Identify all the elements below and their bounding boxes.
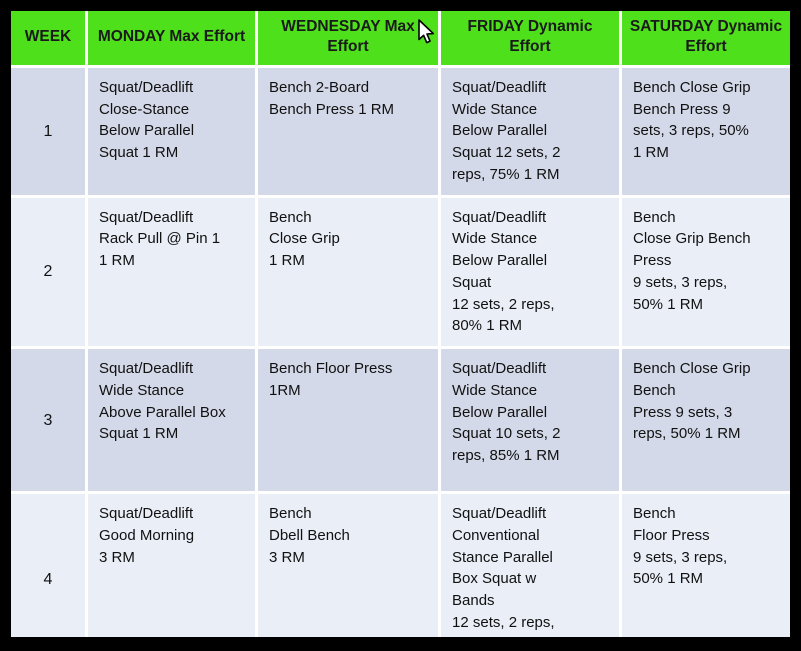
cell-week-2: 2: [11, 197, 88, 350]
cell-week2-monday: Squat/Deadlift Rack Pull @ Pin 1 1 RM: [88, 197, 258, 350]
cell-week4-friday: Squat/Deadlift Conventional Stance Paral…: [441, 494, 622, 637]
column-header-monday: MONDAY Max Effort: [88, 11, 258, 68]
table-row: 3 Squat/Deadlift Wide Stance Above Paral…: [11, 349, 790, 495]
screenshot-root: WEEK MONDAY Max Effort WEDNESDAY Max Eff…: [0, 0, 801, 651]
cell-week3-saturday: Bench Close Grip Bench Press 9 sets, 3 r…: [622, 349, 790, 495]
cell-week-3: 3: [11, 349, 88, 495]
table-row: 1 Squat/Deadlift Close-Stance Below Para…: [11, 67, 790, 198]
cell-week-4: 4: [11, 494, 88, 637]
cell-week1-saturday: Bench Close Grip Bench Press 9 sets, 3 r…: [622, 67, 790, 198]
column-header-saturday: SATURDAY Dynamic Effort: [622, 11, 790, 68]
cell-week3-friday: Squat/Deadlift Wide Stance Below Paralle…: [441, 349, 622, 495]
cell-week3-monday: Squat/Deadlift Wide Stance Above Paralle…: [88, 349, 258, 495]
cell-week2-saturday: Bench Close Grip Bench Press 9 sets, 3 r…: [622, 197, 790, 350]
cell-week1-friday: Squat/Deadlift Wide Stance Below Paralle…: [441, 67, 622, 198]
header-row: WEEK MONDAY Max Effort WEDNESDAY Max Eff…: [11, 11, 790, 68]
column-header-wednesday: WEDNESDAY Max Effort: [258, 11, 441, 68]
cell-week1-monday: Squat/Deadlift Close-Stance Below Parall…: [88, 67, 258, 198]
cell-week4-wednesday: Bench Dbell Bench 3 RM: [258, 494, 441, 637]
cell-week3-wednesday: Bench Floor Press 1RM: [258, 349, 441, 495]
cell-week-1: 1: [11, 67, 88, 198]
column-header-friday: FRIDAY Dynamic Effort: [441, 11, 622, 68]
column-header-week: WEEK: [11, 11, 88, 68]
training-schedule-table: WEEK MONDAY Max Effort WEDNESDAY Max Eff…: [11, 11, 790, 637]
cell-week4-saturday: Bench Floor Press 9 sets, 3 reps, 50% 1 …: [622, 494, 790, 637]
cell-week2-friday: Squat/Deadlift Wide Stance Below Paralle…: [441, 197, 622, 350]
schedule-table-frame: WEEK MONDAY Max Effort WEDNESDAY Max Eff…: [11, 11, 790, 637]
table-row: 4 Squat/Deadlift Good Morning 3 RM Bench…: [11, 494, 790, 637]
table-header: WEEK MONDAY Max Effort WEDNESDAY Max Eff…: [11, 11, 790, 68]
cell-week1-wednesday: Bench 2-Board Bench Press 1 RM: [258, 67, 441, 198]
cell-week2-wednesday: Bench Close Grip 1 RM: [258, 197, 441, 350]
table-body: 1 Squat/Deadlift Close-Stance Below Para…: [11, 67, 790, 637]
cell-week4-monday: Squat/Deadlift Good Morning 3 RM: [88, 494, 258, 637]
table-row: 2 Squat/Deadlift Rack Pull @ Pin 1 1 RM …: [11, 197, 790, 350]
